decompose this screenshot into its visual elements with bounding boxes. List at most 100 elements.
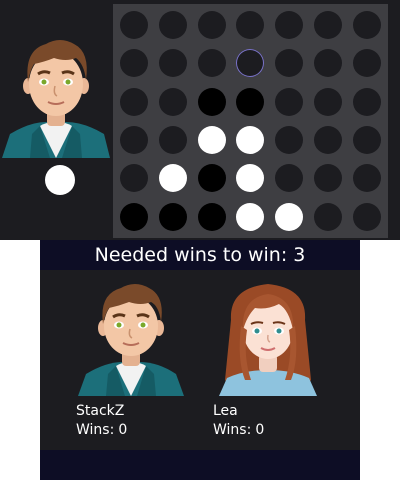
black-disc <box>197 202 226 231</box>
board-cell[interactable] <box>309 121 348 159</box>
empty-slot <box>275 87 304 116</box>
board-cell[interactable] <box>231 121 270 159</box>
empty-slot <box>313 126 342 155</box>
board-cell[interactable] <box>115 121 154 159</box>
board-cell[interactable] <box>347 121 386 159</box>
white-disc <box>159 164 188 193</box>
empty-slot <box>352 202 381 231</box>
game-board[interactable] <box>113 4 388 238</box>
board-cell[interactable] <box>154 198 193 236</box>
board-cell[interactable] <box>231 44 270 82</box>
female-avatar-icon <box>219 284 317 396</box>
board-cell[interactable] <box>347 83 386 121</box>
empty-slot <box>159 11 188 40</box>
empty-slot <box>197 49 226 78</box>
empty-slot <box>313 11 342 40</box>
empty-slot <box>352 11 381 40</box>
needed-wins-banner: Needed wins to win: 3 <box>40 240 360 270</box>
board-cell[interactable] <box>270 83 309 121</box>
board-cell[interactable] <box>309 198 348 236</box>
empty-slot <box>313 87 342 116</box>
board-cell[interactable] <box>231 83 270 121</box>
board-cell[interactable] <box>115 198 154 236</box>
board-cell[interactable] <box>115 159 154 197</box>
player-card-1: StackZ Wins: 0 <box>76 280 186 438</box>
empty-slot <box>159 49 188 78</box>
board-cell[interactable] <box>192 121 231 159</box>
wins-label: Wins: <box>213 422 252 438</box>
empty-slot <box>275 49 304 78</box>
black-disc <box>159 202 188 231</box>
male-avatar-icon <box>2 40 110 158</box>
empty-slot <box>352 164 381 193</box>
black-disc <box>236 87 265 116</box>
player-name: StackZ <box>76 403 125 419</box>
board-cell[interactable] <box>115 44 154 82</box>
board-cell[interactable] <box>270 6 309 44</box>
board-cell[interactable] <box>347 159 386 197</box>
wins-count: 0 <box>255 422 265 438</box>
board-cell[interactable] <box>192 6 231 44</box>
black-disc <box>197 87 226 116</box>
empty-slot <box>352 126 381 155</box>
board-cell[interactable] <box>154 159 193 197</box>
current-turn-disc <box>45 165 75 195</box>
empty-slot <box>236 49 265 78</box>
board-cell[interactable] <box>154 44 193 82</box>
board-cell[interactable] <box>115 6 154 44</box>
wins-label: Wins: <box>76 422 115 438</box>
white-disc <box>236 202 265 231</box>
empty-slot <box>236 11 265 40</box>
empty-slot <box>159 126 188 155</box>
player-name: Lea <box>213 403 238 419</box>
board-cell[interactable] <box>231 198 270 236</box>
empty-slot <box>352 87 381 116</box>
board-cell[interactable] <box>309 6 348 44</box>
empty-slot <box>120 87 149 116</box>
board-cell[interactable] <box>270 159 309 197</box>
white-disc <box>236 126 265 155</box>
empty-slot <box>275 164 304 193</box>
footer-bar <box>40 450 360 480</box>
board-cell[interactable] <box>192 83 231 121</box>
board-cell[interactable] <box>154 6 193 44</box>
empty-slot <box>197 11 226 40</box>
player-card-2: Lea Wins: 0 <box>213 280 323 438</box>
board-cell[interactable] <box>347 44 386 82</box>
white-disc <box>275 202 304 231</box>
empty-slot <box>275 11 304 40</box>
empty-slot <box>120 164 149 193</box>
white-disc <box>236 164 265 193</box>
wins-count: 0 <box>118 422 128 438</box>
player-wins: Wins: 0 <box>213 422 323 438</box>
empty-slot <box>313 49 342 78</box>
empty-slot <box>275 126 304 155</box>
board-cell[interactable] <box>231 159 270 197</box>
board-cell[interactable] <box>270 121 309 159</box>
empty-slot <box>159 87 188 116</box>
board-cell[interactable] <box>347 6 386 44</box>
board-cell[interactable] <box>192 159 231 197</box>
empty-slot <box>120 126 149 155</box>
board-cell[interactable] <box>270 198 309 236</box>
bottom-screen: Needed wins to win: 3 StackZ Wins: 0 Lea… <box>40 240 360 480</box>
board-cell[interactable] <box>309 83 348 121</box>
board-cell[interactable] <box>192 44 231 82</box>
empty-slot <box>120 49 149 78</box>
board-cell[interactable] <box>154 121 193 159</box>
empty-slot <box>120 11 149 40</box>
board-cell[interactable] <box>192 198 231 236</box>
board-cell[interactable] <box>309 44 348 82</box>
board-cell[interactable] <box>154 83 193 121</box>
board-cell[interactable] <box>115 83 154 121</box>
board-cell[interactable] <box>347 198 386 236</box>
white-disc <box>197 126 226 155</box>
empty-slot <box>313 202 342 231</box>
empty-slot <box>352 49 381 78</box>
current-player-avatar <box>0 30 112 158</box>
board-cell[interactable] <box>270 44 309 82</box>
player-wins: Wins: 0 <box>76 422 186 438</box>
board-cell[interactable] <box>231 6 270 44</box>
board-cell[interactable] <box>309 159 348 197</box>
black-disc <box>197 164 226 193</box>
